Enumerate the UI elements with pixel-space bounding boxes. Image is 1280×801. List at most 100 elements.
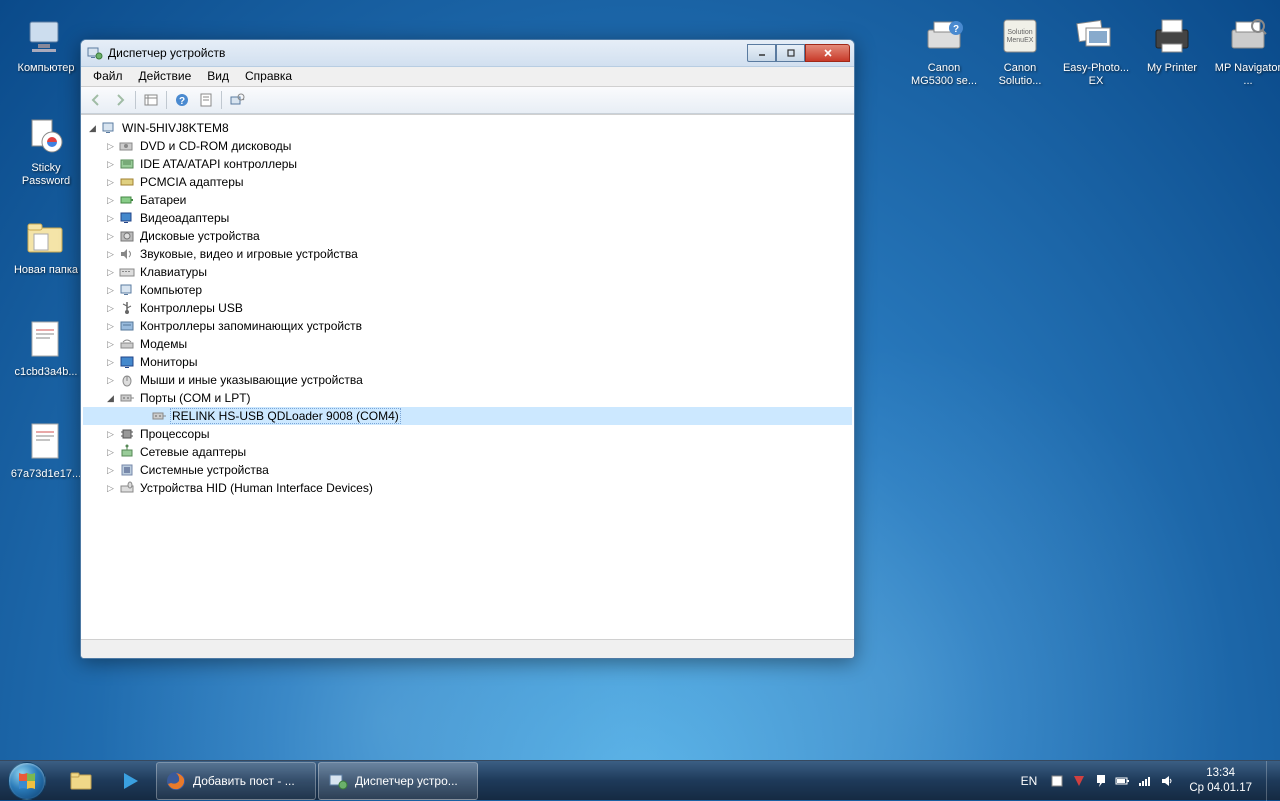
expander-icon[interactable]: ▷ [105,213,116,224]
tree-category[interactable]: ▷ Контроллеры USB [83,299,852,317]
desktop-canon-mg-icon[interactable]: ?Canon MG5300 se... [904,12,984,88]
tree-category[interactable]: ▷Устройства HID (Human Interface Devices… [83,479,852,497]
tree-category[interactable]: ▷ Видеоадаптеры [83,209,852,227]
tree-category[interactable]: ▷Компьютер [83,281,852,299]
desktop-file-icon-1[interactable]: c1cbd3a4b... [6,316,86,379]
pinned-media-player[interactable] [106,762,154,800]
expander-icon[interactable]: ◢ [87,123,98,134]
expander-icon[interactable]: ▷ [105,249,116,260]
canon-mg-icon: ? [920,12,968,60]
tree-category[interactable]: ▷Мониторы [83,353,852,371]
tree-category-label: Мыши и иные указывающие устройства [138,373,365,387]
tree-category[interactable]: ▷Дисковые устройства [83,227,852,245]
tree-device[interactable]: RELINK HS-USB QDLoader 9008 (COM4) [83,407,852,425]
desktop-easy-photo-icon[interactable]: Easy-Photo... EX [1056,12,1136,88]
desktop-icon-label: Easy-Photo... EX [1058,62,1134,88]
desktop-computer-icon[interactable]: Компьютер [6,12,86,75]
tree-category-label: Сетевые адаптеры [138,445,248,459]
tree-category-label: Контроллеры USB [138,301,245,315]
desktop-canon-solution-icon[interactable]: SolutionMenuEXCanon Solutio... [980,12,1060,88]
tree-category-label: Видеоадаптеры [138,211,231,225]
tree-category[interactable]: ▷Батареи [83,191,852,209]
expander-icon[interactable]: ▷ [105,447,116,458]
close-button[interactable] [805,44,850,62]
expander-icon[interactable]: ▷ [105,303,116,314]
language-indicator[interactable]: EN [1015,774,1044,788]
tree-category[interactable]: ▷ Сетевые адаптеры [83,443,852,461]
tree-root[interactable]: ◢ WIN-5HIVJ8KTEM8 [83,119,852,137]
tree-category[interactable]: ▷ Звуковые, видео и игровые устройства [83,245,852,263]
desktop-my-printer-icon[interactable]: My Printer [1132,12,1212,75]
taskbar-task-firefox[interactable]: Добавить пост - ... [156,762,316,800]
tree-category[interactable]: ▷Контроллеры запоминающих устройств [83,317,852,335]
scan-button[interactable] [226,89,248,111]
menu-help[interactable]: Справка [237,67,300,86]
expander-icon[interactable]: ▷ [105,357,116,368]
tray-power-icon[interactable] [1115,773,1131,789]
storage-controller-icon [119,318,135,334]
tray-notification-icon[interactable] [1049,773,1065,789]
menu-action[interactable]: Действие [131,67,200,86]
expander-icon[interactable]: ▷ [105,231,116,242]
expander-icon[interactable]: ▷ [105,483,116,494]
device-tree[interactable]: ◢ WIN-5HIVJ8KTEM8 ▷DVD и CD-ROM дисковод… [81,114,854,639]
tree-category-label: PCMCIA адаптеры [138,175,246,189]
expander-icon[interactable]: ▷ [105,285,116,296]
cpu-icon [119,426,135,442]
expander-icon[interactable]: ▷ [105,177,116,188]
maximize-button[interactable] [776,44,805,62]
pinned-explorer[interactable] [58,762,106,800]
expander-icon[interactable]: ▷ [105,267,116,278]
expander-icon[interactable]: ▷ [105,375,116,386]
tree-device-label: RELINK HS-USB QDLoader 9008 (COM4) [170,408,401,424]
minimize-button[interactable] [747,44,776,62]
computer-icon [22,12,70,60]
show-hidden-button[interactable] [140,89,162,111]
expander-icon[interactable]: ▷ [105,339,116,350]
show-desktop-button[interactable] [1266,761,1278,801]
desktop-sticky-password-icon[interactable]: Sticky Password [6,112,86,188]
battery-icon [119,192,135,208]
titlebar[interactable]: Диспетчер устройств [81,40,854,67]
menu-view[interactable]: Вид [199,67,237,86]
tray-action-center-icon[interactable] [1093,773,1109,789]
tree-category[interactable]: ▷Процессоры [83,425,852,443]
desktop-mp-navigator-icon[interactable]: MP Navigator ... [1208,12,1280,88]
tree-category[interactable]: ▷ Мыши и иные указывающие устройства [83,371,852,389]
expander-icon[interactable]: ▷ [105,429,116,440]
expander-icon[interactable]: ▷ [105,141,116,152]
desktop-file-icon-2[interactable]: 67a73d1e17... [6,418,86,481]
tray-network-icon[interactable] [1137,773,1153,789]
help-button[interactable]: ? [171,89,193,111]
modem-icon [119,336,135,352]
back-button[interactable] [85,89,107,111]
expander-icon[interactable]: ▷ [105,159,116,170]
tree-category[interactable]: ◢Порты (COM и LPT) [83,389,852,407]
expander-icon[interactable]: ▷ [105,321,116,332]
svg-text:?: ? [953,24,959,35]
expander-icon[interactable]: ▷ [105,465,116,476]
taskbar-clock[interactable]: 13:34 Ср 04.01.17 [1181,766,1260,795]
tree-category[interactable]: ▷ PCMCIA адаптеры [83,173,852,191]
menu-file[interactable]: Файл [85,67,131,86]
desktop-folder-icon[interactable]: Новая папка [6,214,86,277]
tray-kaspersky-icon[interactable] [1071,773,1087,789]
tree-category[interactable]: ▷ Модемы [83,335,852,353]
tree-category-label: Модемы [138,337,189,351]
desktop-icon-label: MP Navigator ... [1210,62,1280,88]
forward-button[interactable] [109,89,131,111]
tree-category[interactable]: ▷IDE ATA/ATAPI контроллеры [83,155,852,173]
expander-icon[interactable]: ◢ [105,393,116,404]
task-label: Диспетчер устро... [355,774,458,788]
start-button[interactable] [0,761,54,801]
mouse-icon [119,372,135,388]
tree-category[interactable]: ▷Клавиатуры [83,263,852,281]
taskbar-task-device-manager[interactable]: Диспетчер устро... [318,762,478,800]
tree-category[interactable]: ▷DVD и CD-ROM дисководы [83,137,852,155]
svg-text:Solution: Solution [1007,29,1032,36]
tree-category[interactable]: ▷Системные устройства [83,461,852,479]
tree-category-label: Звуковые, видео и игровые устройства [138,247,360,261]
properties-button[interactable] [195,89,217,111]
expander-icon[interactable]: ▷ [105,195,116,206]
tray-volume-icon[interactable] [1159,773,1175,789]
